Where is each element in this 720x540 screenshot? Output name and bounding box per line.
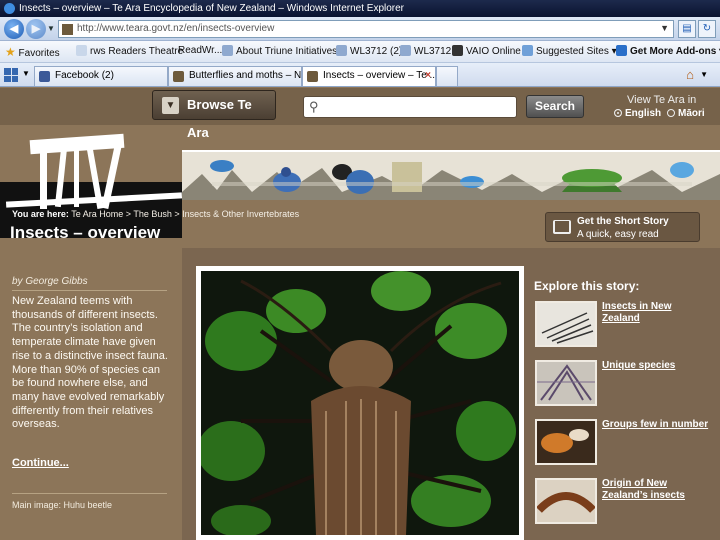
book-icon bbox=[553, 220, 571, 234]
huhu-beetle-photo bbox=[201, 271, 519, 535]
story-label: Insects in New Zealand bbox=[602, 301, 672, 324]
story-link-insects-in-nz[interactable]: Insects in New Zealand bbox=[535, 301, 715, 351]
address-bar-row: ◀ ▶ ▼ http://www.teara.govt.nz/en/insect… bbox=[0, 17, 720, 41]
radio-selected-icon bbox=[614, 109, 622, 117]
browser-title-bar: Insects – overview – Te Ara Encyclopedia… bbox=[0, 0, 720, 17]
fav-link-vaio[interactable]: VAIO Online bbox=[452, 45, 521, 57]
lang-english-option[interactable]: English bbox=[614, 108, 661, 119]
teara-icon bbox=[173, 71, 184, 82]
story-sidebar: by George Gibbs New Zealand teems with t… bbox=[0, 248, 182, 540]
fav-link-wl3712-2[interactable]: WL3712 (2) bbox=[336, 45, 402, 57]
story-thumbnail bbox=[535, 478, 597, 524]
continue-link[interactable]: Continue... bbox=[12, 457, 69, 469]
forward-button[interactable]: ▶ bbox=[26, 19, 46, 39]
compatibility-view-icon[interactable]: ▤ bbox=[678, 20, 696, 38]
breadcrumb: You are here: Te Ara Home > The Bush > I… bbox=[12, 209, 299, 219]
browse-te-ara-button[interactable]: ▼ Browse Te Ara bbox=[152, 90, 276, 140]
author-byline: by George Gibbs bbox=[12, 276, 88, 287]
address-field[interactable]: http://www.teara.govt.nz/en/insects-over… bbox=[58, 20, 674, 38]
quick-tabs-icon[interactable] bbox=[4, 68, 18, 82]
language-title: View Te Ara in bbox=[627, 94, 697, 106]
recent-pages-dropdown[interactable]: ▼ bbox=[47, 24, 55, 33]
fav-link-readwr[interactable]: ReadWr... bbox=[178, 45, 222, 56]
breadcrumb-path[interactable]: Te Ara Home > The Bush > Insects & Other… bbox=[71, 209, 299, 219]
story-link-origin[interactable]: Origin of New Zealand’s insects bbox=[535, 478, 715, 528]
tab-bar: ▼ Facebook (2) Butterflies and moths – N… bbox=[0, 63, 720, 87]
short-story-subtitle: A quick, easy read bbox=[577, 229, 659, 240]
site-header: ▼ Browse Te Ara ⚲ Search View Te Ara in E… bbox=[0, 88, 720, 140]
home-icon[interactable]: ⌂ bbox=[686, 67, 694, 82]
dropdown-arrow-icon: ▼ bbox=[162, 97, 179, 114]
back-button[interactable]: ◀ bbox=[4, 19, 24, 39]
main-image-caption: Main image: Huhu beetle bbox=[12, 500, 113, 510]
star-icon: ★ bbox=[5, 45, 16, 59]
te-ara-logo[interactable] bbox=[0, 125, 183, 238]
address-dropdown-icon[interactable]: ▼ bbox=[660, 23, 669, 33]
story-thumbnail bbox=[535, 301, 597, 347]
header-banner-image bbox=[182, 150, 720, 200]
divider bbox=[12, 290, 167, 291]
search-icon: ⚲ bbox=[309, 99, 319, 114]
favorites-button[interactable]: ★ Favorites bbox=[5, 45, 60, 59]
divider bbox=[12, 493, 167, 494]
url-text: http://www.teara.govt.nz/en/insects-over… bbox=[77, 23, 275, 34]
story-label: Origin of New Zealand’s insects bbox=[602, 478, 685, 501]
tab-list-dropdown-icon[interactable]: ▼ bbox=[22, 69, 30, 78]
refresh-icon[interactable]: ↻ bbox=[698, 20, 716, 38]
tab-insects-overview[interactable]: Insects – overview – Te ... × bbox=[302, 66, 436, 86]
radio-icon bbox=[667, 109, 675, 117]
ie-logo-icon bbox=[4, 2, 15, 14]
story-label: Unique species bbox=[602, 360, 676, 371]
main-image[interactable] bbox=[196, 266, 524, 540]
story-thumbnail bbox=[535, 360, 597, 406]
explore-title: Explore this story: bbox=[534, 279, 640, 293]
teara-icon bbox=[307, 71, 318, 82]
search-input[interactable] bbox=[326, 99, 512, 115]
close-tab-icon[interactable]: × bbox=[425, 70, 431, 81]
new-tab-button[interactable] bbox=[436, 66, 458, 86]
story-link-groups-few[interactable]: Groups few in number bbox=[535, 419, 715, 469]
short-story-title: Get the Short Story bbox=[577, 216, 669, 227]
main-content: Explore this story: Insects in New Zeala… bbox=[182, 248, 720, 540]
banner-illustration bbox=[182, 152, 720, 200]
story-thumbnail bbox=[535, 419, 597, 465]
lang-maori-option[interactable]: Māori bbox=[667, 108, 705, 119]
favorites-bar: ★ Favorites rws Readers Theatre ReadWr..… bbox=[0, 41, 720, 63]
search-field[interactable]: ⚲ bbox=[303, 96, 517, 118]
fav-suggested-sites[interactable]: Suggested Sites ▾ bbox=[522, 45, 617, 57]
fav-link-wl3712[interactable]: WL3712 bbox=[400, 45, 451, 57]
search-button[interactable]: Search bbox=[526, 95, 584, 118]
site-favicon-icon bbox=[62, 24, 73, 35]
story-link-unique-species[interactable]: Unique species bbox=[535, 360, 715, 410]
breadcrumb-prefix: You are here: bbox=[12, 209, 69, 219]
page-title: Insects – overview bbox=[10, 223, 161, 242]
fav-link-readers-theatre[interactable]: rws Readers Theatre bbox=[76, 45, 183, 57]
story-label: Groups few in number bbox=[602, 419, 709, 430]
short-story-button[interactable]: Get the Short Story A quick, easy read bbox=[545, 212, 700, 242]
tab-butterflies[interactable]: Butterflies and moths – Ne... bbox=[168, 66, 302, 86]
fav-get-more-addons[interactable]: Get More Add-ons ▾ bbox=[616, 45, 720, 57]
story-intro: New Zealand teems with thousands of diff… bbox=[12, 295, 168, 431]
window-title: Insects – overview – Te Ara Encyclopedia… bbox=[19, 3, 405, 14]
home-dropdown-icon[interactable]: ▼ bbox=[700, 70, 708, 79]
tab-facebook[interactable]: Facebook (2) bbox=[34, 66, 168, 86]
fav-link-triune[interactable]: About Triune Initiatives bbox=[222, 45, 337, 57]
facebook-icon bbox=[39, 71, 50, 82]
page-content: ▼ Browse Te Ara ⚲ Search View Te Ara in E… bbox=[0, 88, 720, 540]
